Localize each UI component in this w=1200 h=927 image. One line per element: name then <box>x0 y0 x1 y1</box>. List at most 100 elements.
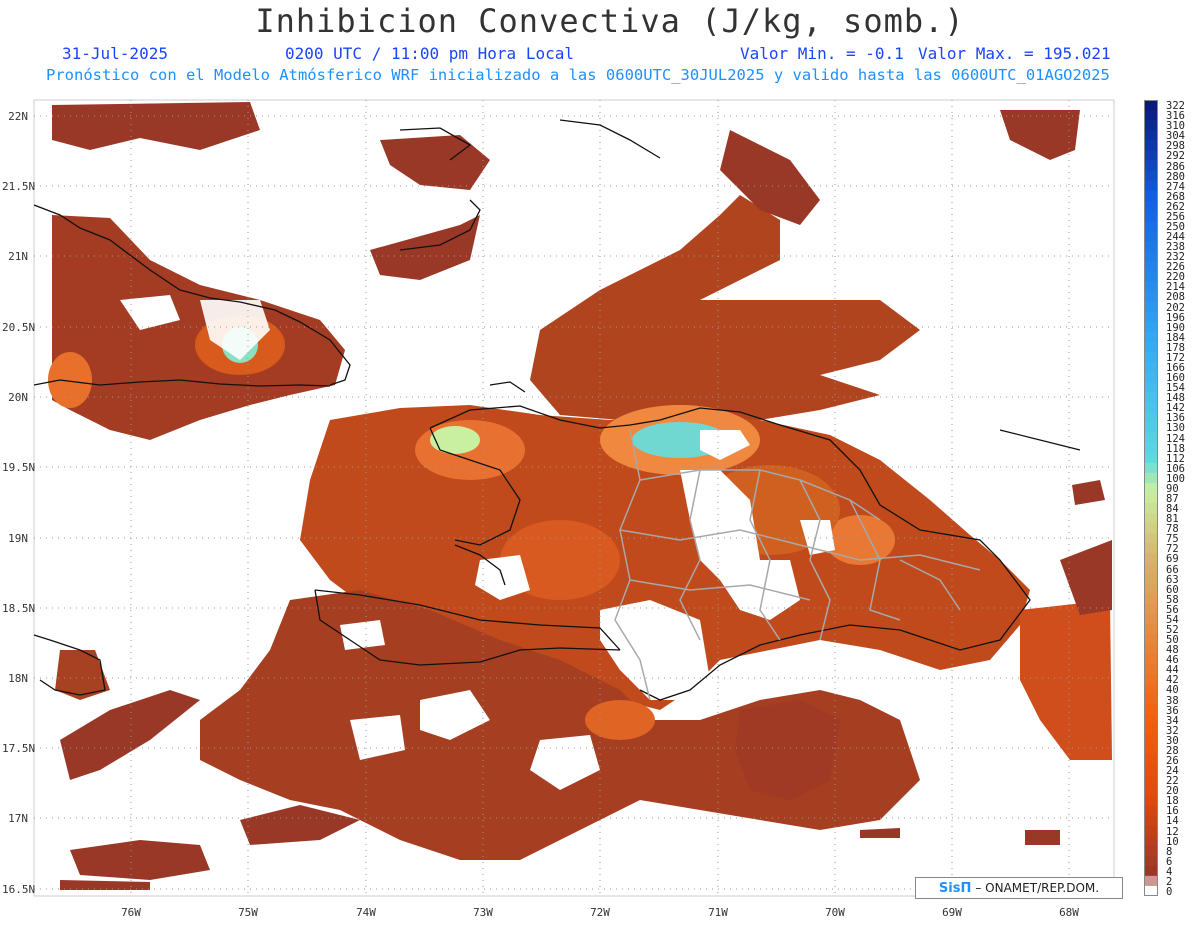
lat-label: 21.5N <box>2 180 36 193</box>
colorbar-tick-label: 69 <box>1166 553 1179 566</box>
lat-label: 19N <box>8 532 28 545</box>
colorbar-swatch <box>1144 120 1158 131</box>
colorbar-tick-label: 12 <box>1166 825 1179 838</box>
colorbar-swatch <box>1144 533 1158 544</box>
colorbar-swatch <box>1144 110 1158 121</box>
colorbar-swatch <box>1144 100 1158 111</box>
colorbar-swatch <box>1144 684 1158 695</box>
colorbar-tick-label: 286 <box>1166 160 1185 173</box>
colorbar-swatch <box>1144 361 1158 373</box>
colorbar-swatch <box>1144 291 1158 303</box>
colorbar-tick-label: 208 <box>1166 291 1185 304</box>
lat-label: 18.5N <box>2 602 36 615</box>
lon-label: 69W <box>942 906 962 919</box>
credit-brand: SisΠ <box>938 880 972 896</box>
lon-label: 70W <box>825 906 845 919</box>
colorbar-swatch <box>1144 241 1158 252</box>
lon-label: 74W <box>356 906 376 919</box>
colorbar-tick-label: 130 <box>1166 422 1185 435</box>
colorbar-swatch <box>1144 351 1158 363</box>
colorbar-swatch <box>1144 462 1158 474</box>
colorbar-swatch <box>1144 623 1158 635</box>
colorbar-swatch <box>1144 644 1158 655</box>
colorbar-swatch <box>1144 523 1158 534</box>
colorbar-swatch <box>1144 845 1158 857</box>
lat-label: 18N <box>8 672 28 685</box>
colorbar-tick-label: 38 <box>1166 694 1179 707</box>
colorbar-swatch <box>1144 422 1158 434</box>
lat-label: 22N <box>8 110 28 123</box>
colorbar-swatch <box>1144 382 1158 393</box>
colorbar-swatch <box>1144 573 1158 585</box>
colorbar-swatch <box>1144 583 1158 595</box>
lon-label: 75W <box>238 906 258 919</box>
colorbar-swatch <box>1144 412 1158 423</box>
colorbar-swatch <box>1144 714 1158 726</box>
colorbar-swatch <box>1144 251 1158 262</box>
colorbar <box>1144 100 1158 896</box>
lon-label: 68W <box>1059 906 1079 919</box>
colorbar-tick-label: 66 <box>1166 563 1179 576</box>
colorbar-swatch <box>1144 261 1158 272</box>
colorbar-swatch <box>1144 674 1158 685</box>
lon-label: 73W <box>473 906 493 919</box>
lon-label: 71W <box>708 906 728 919</box>
colorbar-swatch <box>1144 220 1158 232</box>
lon-label: 76W <box>121 906 141 919</box>
colorbar-swatch <box>1144 543 1158 554</box>
colorbar-swatch <box>1144 775 1158 786</box>
colorbar-swatch <box>1144 170 1158 182</box>
colorbar-swatch <box>1144 321 1158 333</box>
colorbar-swatch <box>1144 513 1158 524</box>
lat-label: 17N <box>8 812 28 825</box>
colorbar-swatch <box>1144 301 1158 313</box>
colorbar-swatch <box>1144 452 1158 464</box>
colorbar-swatch <box>1144 654 1158 665</box>
colorbar-swatch <box>1144 311 1158 323</box>
colorbar-tick-label: 124 <box>1166 432 1185 445</box>
colorbar-swatch <box>1144 613 1158 625</box>
colorbar-tick-label: 280 <box>1166 170 1185 183</box>
colorbar-swatch <box>1144 130 1158 141</box>
colorbar-tick-label: 292 <box>1166 150 1185 163</box>
colorbar-swatch <box>1144 482 1158 494</box>
colorbar-swatch <box>1144 281 1158 292</box>
colorbar-swatch <box>1144 765 1158 776</box>
colorbar-swatch <box>1144 825 1158 837</box>
colorbar-swatch <box>1144 331 1158 343</box>
lon-label: 72W <box>590 906 610 919</box>
cin-map <box>33 99 1115 897</box>
colorbar-swatch <box>1144 664 1158 675</box>
colorbar-tick-label: 0 <box>1166 885 1173 898</box>
colorbar-swatch <box>1144 372 1158 383</box>
colorbar-swatch <box>1144 634 1158 645</box>
colorbar-swatch <box>1144 734 1158 746</box>
colorbar-tick-label: 10 <box>1166 835 1179 848</box>
colorbar-swatch <box>1144 704 1158 716</box>
colorbar-swatch <box>1144 402 1158 413</box>
colorbar-swatch <box>1144 492 1158 504</box>
colorbar-swatch <box>1144 210 1158 222</box>
colorbar-swatch <box>1144 865 1158 877</box>
lat-label: 20.5N <box>2 321 36 334</box>
colorbar-tick-label: 40 <box>1166 684 1179 697</box>
colorbar-swatch <box>1144 603 1158 615</box>
colorbar-swatch <box>1144 785 1158 796</box>
colorbar-swatch <box>1144 190 1158 202</box>
colorbar-swatch <box>1144 815 1158 826</box>
lat-label: 17.5N <box>2 742 36 755</box>
lat-label: 20N <box>8 391 28 404</box>
colorbar-swatch <box>1144 724 1158 736</box>
colorbar-swatch <box>1144 160 1158 172</box>
colorbar-swatch <box>1144 442 1158 454</box>
colorbar-swatch <box>1144 341 1158 353</box>
lat-label: 16.5N <box>2 883 36 896</box>
colorbar-swatch <box>1144 744 1158 756</box>
colorbar-swatch <box>1144 503 1158 514</box>
colorbar-swatch <box>1144 553 1158 564</box>
colorbar-swatch <box>1144 835 1158 847</box>
colorbar-swatch <box>1144 885 1158 896</box>
colorbar-swatch <box>1144 593 1158 605</box>
colorbar-swatch <box>1144 754 1158 766</box>
colorbar-swatch <box>1144 855 1158 867</box>
